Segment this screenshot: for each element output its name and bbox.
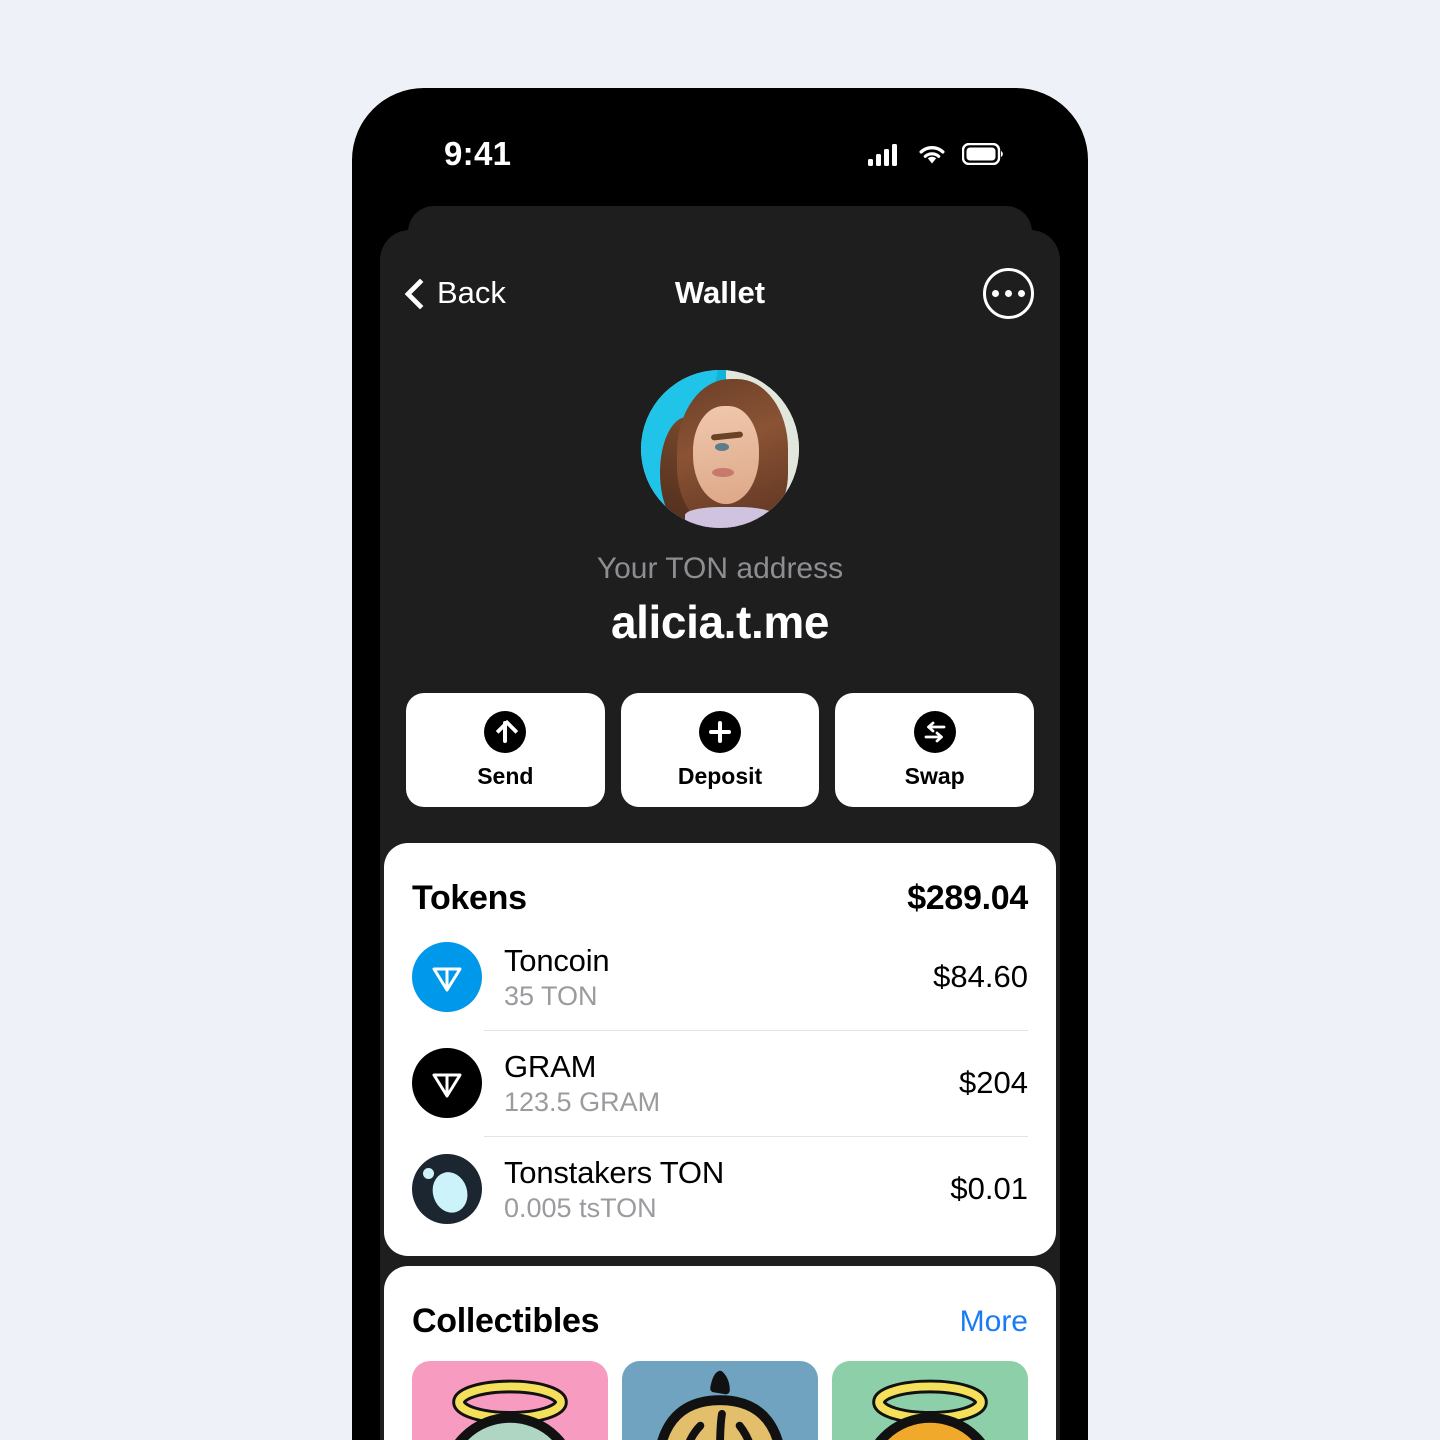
gram-logo-icon <box>412 1048 482 1118</box>
back-button[interactable]: Back <box>402 275 506 311</box>
tonstakers-logo-icon <box>412 1154 482 1224</box>
battery-icon <box>962 143 1003 165</box>
token-info: Toncoin 35 TON <box>504 943 911 1012</box>
phone-frame: 9:41 Back Wallet Your TON address alicia… <box>352 88 1088 1440</box>
collectibles-title: Collectibles <box>412 1302 600 1340</box>
tokens-card-header: Tokens $289.04 <box>412 843 1028 924</box>
action-buttons: Send Deposit Swap <box>380 649 1060 807</box>
address-value[interactable]: alicia.t.me <box>380 595 1060 649</box>
back-button-label: Back <box>437 275 506 310</box>
tokens-total-value: $289.04 <box>907 879 1028 917</box>
nft-dog-gold-visor[interactable] <box>832 1361 1028 1440</box>
token-value: $0.01 <box>950 1171 1028 1206</box>
wallet-sheet: Back Wallet Your TON address alicia.t.me… <box>380 230 1060 1440</box>
table-row[interactable]: Tonstakers TON 0.005 tsTON $0.01 <box>412 1136 1028 1242</box>
more-options-icon[interactable] <box>983 267 1034 319</box>
nft-dog-red-mask[interactable] <box>412 1361 608 1440</box>
collectibles-card-header: Collectibles More <box>412 1266 1028 1347</box>
dot <box>1005 289 1012 297</box>
dot <box>1018 289 1025 297</box>
deposit-button[interactable]: Deposit <box>620 693 820 807</box>
signal-bars-icon <box>868 144 897 166</box>
tokens-title: Tokens <box>412 879 527 917</box>
token-name: Tonstakers TON <box>504 1154 725 1190</box>
token-name: GRAM <box>504 1048 597 1084</box>
page-root: 9:41 Back Wallet Your TON address alicia… <box>0 0 1440 1440</box>
content-area: Tokens $289.04 Toncoin 35 TON $84.60 GRA… <box>380 843 1060 1440</box>
nft-dog-glasses[interactable] <box>622 1361 818 1440</box>
arrow-up-icon <box>484 710 527 753</box>
status-clock: 9:41 <box>444 135 512 172</box>
token-value: $204 <box>959 1065 1028 1100</box>
avatar-eye <box>715 442 730 451</box>
token-amount: 35 TON <box>504 980 598 1011</box>
profile-section: Your TON address alicia.t.me <box>380 356 1060 649</box>
status-indicators <box>868 142 1004 166</box>
toncoin-logo-icon <box>412 942 482 1012</box>
avatar[interactable] <box>641 370 799 528</box>
token-value: $84.60 <box>933 959 1028 994</box>
droplet-small <box>423 1168 435 1180</box>
collectibles-more-link[interactable]: More <box>960 1305 1028 1339</box>
token-amount: 123.5 GRAM <box>504 1086 661 1117</box>
status-bar: 9:41 <box>352 88 1088 198</box>
token-info: Tonstakers TON 0.005 tsTON <box>504 1155 928 1224</box>
avatar-shoulder <box>685 507 774 528</box>
droplet-large <box>427 1167 473 1217</box>
send-button-label: Send <box>477 762 534 789</box>
nav-bar: Back Wallet <box>380 230 1060 356</box>
swap-button[interactable]: Swap <box>835 693 1035 807</box>
table-row[interactable]: Toncoin 35 TON $84.60 <box>412 924 1028 1030</box>
token-info: GRAM 123.5 GRAM <box>504 1049 937 1118</box>
send-button[interactable]: Send <box>406 693 605 807</box>
chevron-left-icon <box>402 280 428 306</box>
address-label: Your TON address <box>596 552 844 585</box>
wifi-icon <box>919 146 945 164</box>
plus-icon <box>699 710 741 753</box>
deposit-button-label: Deposit <box>677 762 763 789</box>
token-amount: 0.005 tsTON <box>504 1192 657 1223</box>
tokens-card: Tokens $289.04 Toncoin 35 TON $84.60 GRA… <box>384 843 1056 1256</box>
collectibles-card: Collectibles More <box>384 1266 1056 1440</box>
collectibles-grid <box>412 1347 1028 1440</box>
swap-arrows-icon <box>913 710 956 753</box>
dot <box>992 289 999 297</box>
table-row[interactable]: GRAM 123.5 GRAM $204 <box>412 1030 1028 1136</box>
token-name: Toncoin <box>504 942 610 978</box>
swap-button-label: Swap <box>904 762 965 789</box>
